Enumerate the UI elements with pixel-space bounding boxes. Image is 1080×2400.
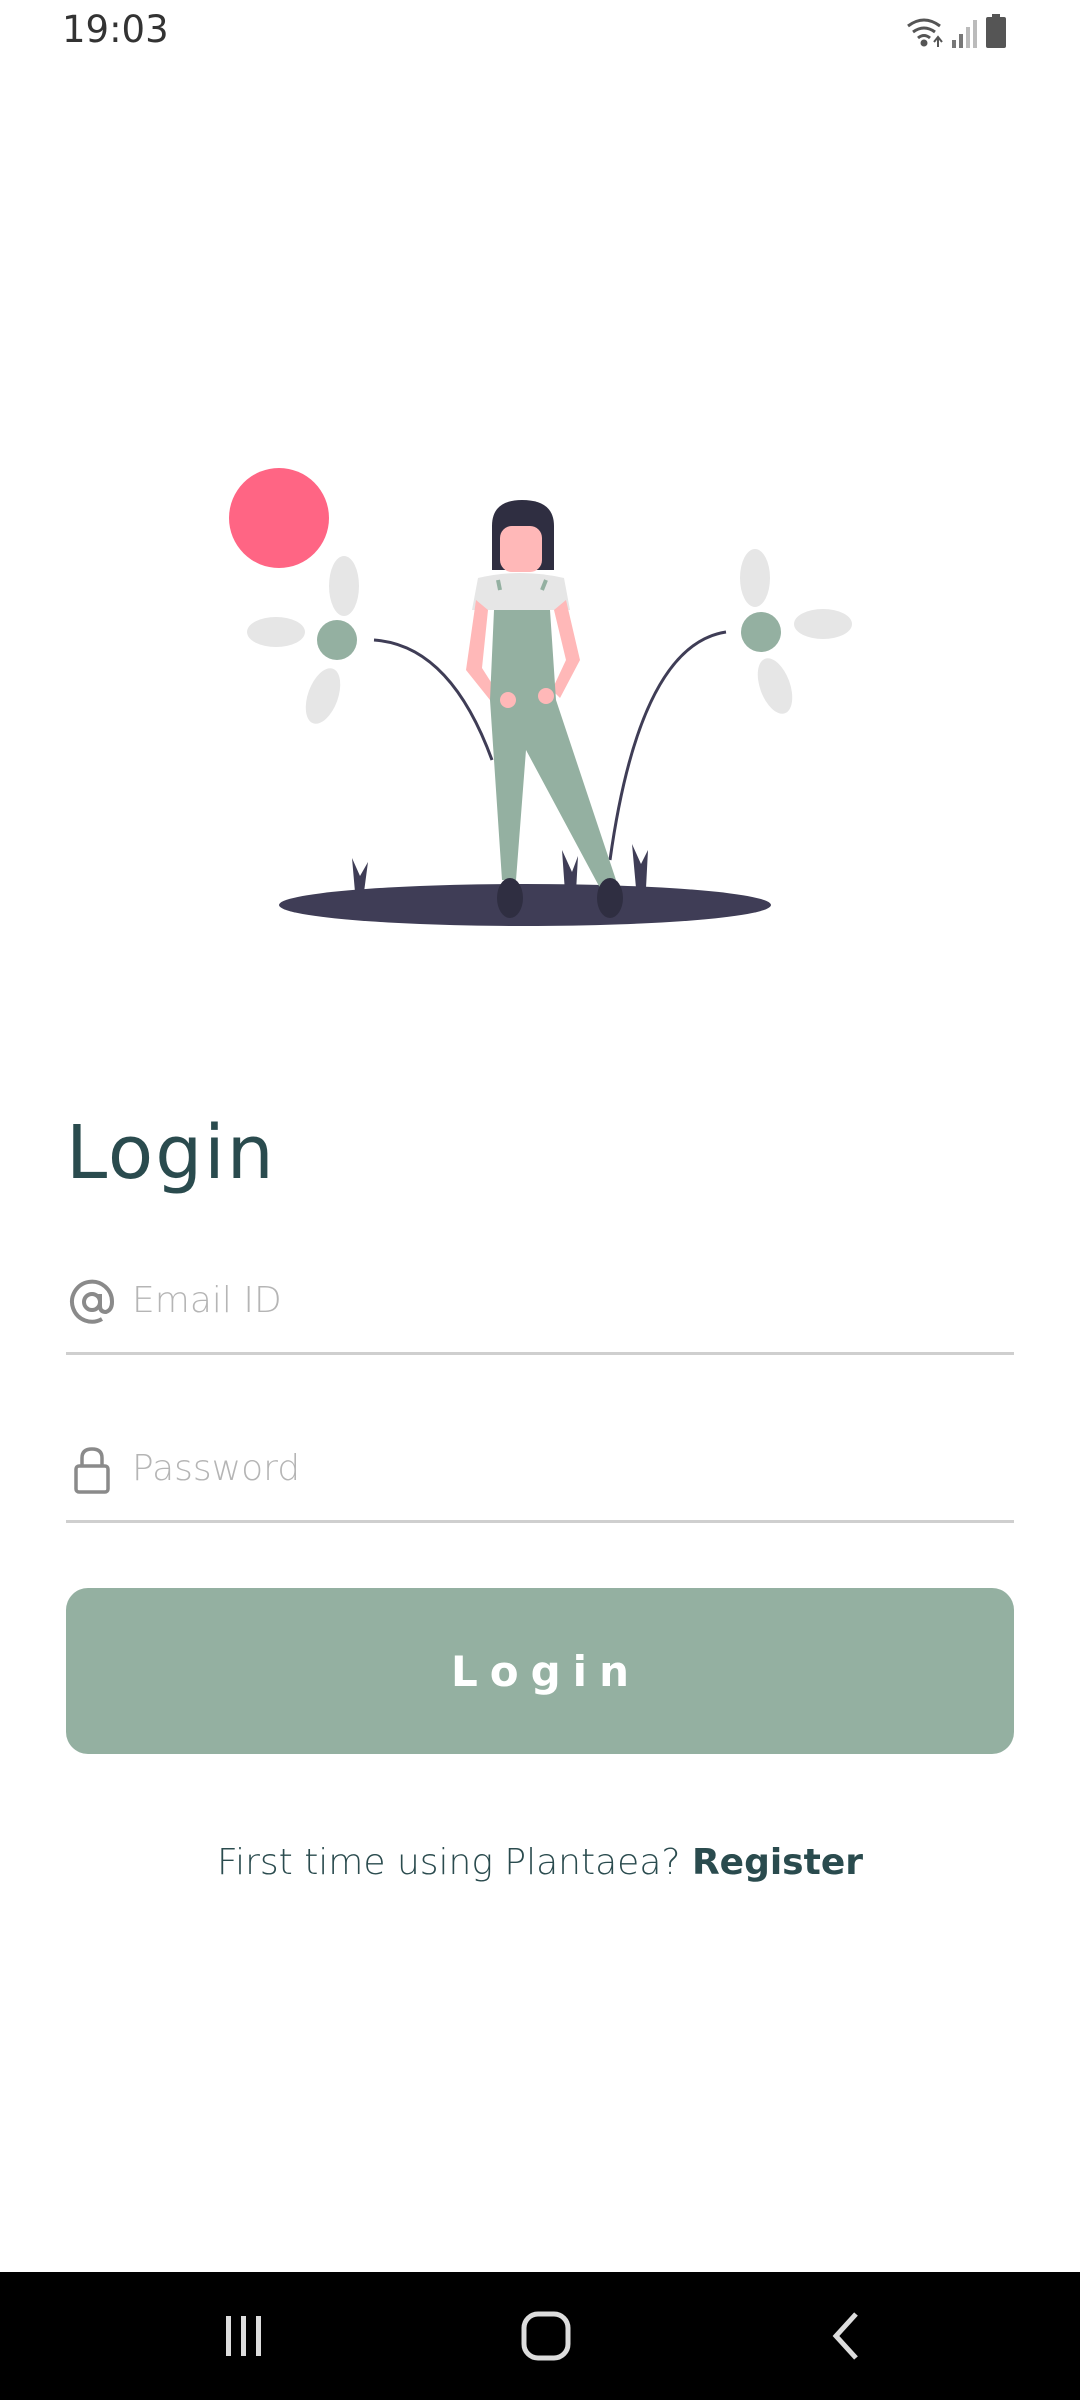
back-icon[interactable]: [816, 2306, 876, 2366]
home-icon[interactable]: [516, 2306, 576, 2366]
email-field[interactable]: [66, 1252, 1014, 1355]
register-link[interactable]: Register: [692, 1842, 863, 1883]
lock-icon: [74, 1447, 110, 1494]
login-illustration: [229, 468, 852, 926]
page-title: Login: [66, 1110, 276, 1196]
status-icons: [907, 14, 1006, 48]
email-input[interactable]: [132, 1268, 992, 1332]
status-bar: 19:03: [0, 0, 1080, 64]
signal-icon: [952, 20, 977, 48]
wifi-icon: [907, 18, 943, 47]
at-icon: [70, 1279, 115, 1324]
register-prompt-text: First time using Plantaea?: [216, 1842, 681, 1883]
sun-circle: [229, 468, 329, 568]
right-flower: [608, 549, 852, 861]
navigation-bar: [0, 2272, 1080, 2400]
status-time: 19:03: [62, 8, 169, 51]
password-field[interactable]: [66, 1420, 1014, 1523]
left-flower: [247, 556, 494, 761]
recents-icon[interactable]: [214, 2306, 274, 2366]
ground-shadow: [279, 884, 771, 926]
password-input[interactable]: [132, 1436, 992, 1500]
battery-icon: [986, 14, 1006, 48]
woman-figure: [466, 500, 623, 918]
login-button[interactable]: Login: [66, 1588, 1014, 1754]
register-prompt-line: First time using Plantaea? Register: [0, 1842, 1080, 1883]
